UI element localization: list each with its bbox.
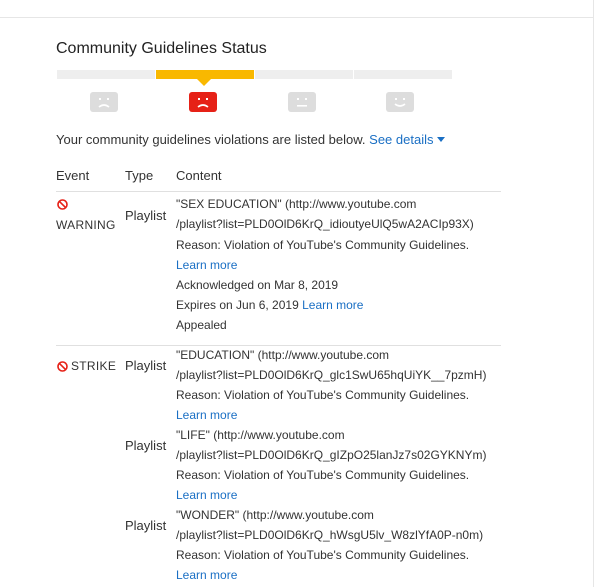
- intro-text: Your community guidelines violations are…: [56, 132, 446, 147]
- chevron-down-icon: [437, 137, 446, 142]
- strike-item-3-learn-more-link[interactable]: Learn more: [176, 568, 237, 582]
- warning-type: Playlist: [125, 208, 167, 223]
- see-details-link[interactable]: See details: [369, 132, 446, 147]
- page-title: Community Guidelines Status: [56, 40, 267, 57]
- header-event: Event: [56, 168, 90, 183]
- strike-item-1-reason: Reason: Violation of YouTube's Community…: [176, 388, 470, 402]
- row-divider: [56, 345, 501, 346]
- strike-item-2-title: "LIFE" (http://www.youtube.com: [176, 428, 345, 442]
- header-content: Content: [176, 168, 222, 183]
- angry-face-icon: [189, 92, 217, 112]
- warning-ban-icon: [57, 199, 68, 210]
- strike-item-2-type: Playlist: [125, 438, 167, 453]
- warning-expires: Expires on Jun 6, 2019 Learn more: [176, 298, 363, 312]
- strike-item-3-type: Playlist: [125, 518, 167, 533]
- warning-content-url: /playlist?list=PLD0OlD6KrQ_idioutyeUlQ5w…: [176, 217, 474, 231]
- warning-expires-text: Expires on Jun 6, 2019: [176, 298, 299, 312]
- strike-item-3-reason: Reason: Violation of YouTube's Community…: [176, 548, 470, 562]
- sad-face-icon: [90, 92, 118, 112]
- status-pointer: [197, 79, 211, 86]
- strike-item-2-learn-more-link[interactable]: Learn more: [176, 488, 237, 502]
- header-divider: [56, 191, 501, 192]
- strike-item-2-reason: Reason: Violation of YouTube's Community…: [176, 468, 470, 482]
- header-type: Type: [125, 168, 154, 183]
- see-details-label: See details: [369, 132, 434, 147]
- intro-message: Your community guidelines violations are…: [56, 132, 366, 147]
- happy-face-icon: [386, 92, 414, 112]
- warning-acknowledged: Acknowledged on Mar 8, 2019: [176, 278, 339, 292]
- status-segment-3: [255, 70, 353, 79]
- strike-item-1-learn-more-link[interactable]: Learn more: [176, 408, 237, 422]
- strike-item-2-url: /playlist?list=PLD0OlD6KrQ_gIZpO25lanJz7…: [176, 448, 487, 462]
- status-segment-2-active: [156, 70, 254, 79]
- strike-item-1-type: Playlist: [125, 358, 167, 373]
- strike-item-3-url: /playlist?list=PLD0OlD6KrQ_hWsgU5lv_W8zl…: [176, 528, 484, 542]
- event-strike-label: STRIKE: [71, 359, 117, 373]
- strike-item-1-url: /playlist?list=PLD0OlD6KrQ_glc1SwU65hqUi…: [176, 368, 487, 382]
- warning-reason: Reason: Violation of YouTube's Community…: [176, 238, 470, 252]
- strike-item-1-title: "EDUCATION" (http://www.youtube.com: [176, 348, 390, 362]
- status-segment-1: [57, 70, 155, 79]
- status-segment-4: [354, 70, 452, 79]
- strike-item-3-title: "WONDER" (http://www.youtube.com: [176, 508, 374, 522]
- warning-status: Appealed: [176, 318, 227, 332]
- event-warning-label: WARNING: [56, 218, 116, 232]
- strike-ban-icon: [57, 361, 68, 372]
- warning-expires-learn-more-link[interactable]: Learn more: [302, 298, 363, 312]
- warning-content-title: "SEX EDUCATION" (http://www.youtube.com: [176, 197, 417, 211]
- warning-learn-more-link[interactable]: Learn more: [176, 258, 237, 272]
- top-divider: [0, 17, 594, 18]
- neutral-face-icon: [288, 92, 316, 112]
